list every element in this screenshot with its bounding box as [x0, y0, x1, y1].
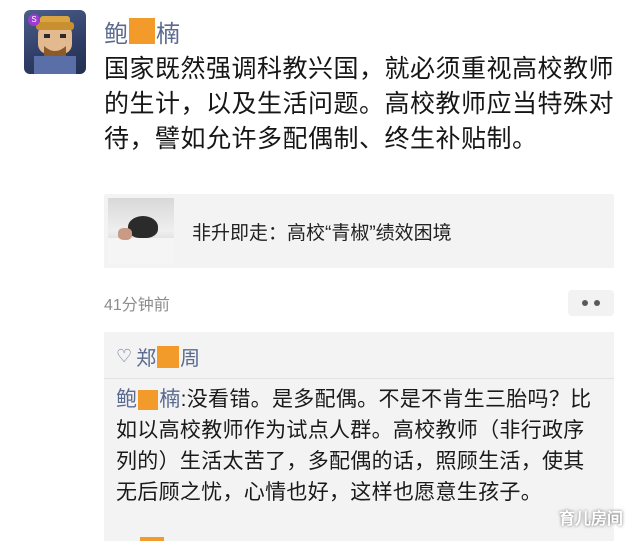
comment-author-first: 鲍	[116, 388, 138, 411]
author-name-last: 楠	[156, 20, 180, 48]
avatar-badge: S	[28, 14, 40, 26]
comment-divider	[104, 378, 614, 379]
author-avatar[interactable]: S	[24, 10, 86, 74]
link-thumbnail	[108, 198, 174, 264]
redaction-strip	[140, 537, 164, 541]
post-timestamp: 41分钟前	[104, 297, 170, 314]
watermark: 育儿房间	[558, 511, 623, 528]
more-dots-icon	[582, 300, 588, 306]
post-author-name[interactable]: 鲍 楠	[104, 14, 180, 48]
comment-text: :没看错。是多配偶。不是不肯生三胎吗？比如以高校教师作为试点人群。高校教师（非行…	[116, 388, 592, 504]
heart-icon: ♡	[116, 346, 133, 366]
comment-author-last: 楠	[159, 388, 181, 411]
post-body: 国家既然强调科教兴国，就必须重视高校教师的生计，以及生活问题。高校教师应当特殊对…	[104, 55, 615, 153]
more-options-button[interactable]	[568, 290, 614, 316]
likes-row[interactable]: ♡ 郑 周	[116, 342, 200, 371]
comment-author-redaction	[138, 389, 159, 410]
shared-link-card[interactable]: 非升即走：高校“青椒”绩效困境	[104, 194, 614, 268]
author-name-first: 鲍	[104, 20, 128, 48]
liker-name-first: 郑	[136, 348, 157, 370]
link-title: 非升即走：高校“青椒”绩效困境	[192, 222, 452, 244]
comment-item[interactable]: 鲍楠:没看错。是多配偶。不是不肯生三胎吗？比如以高校教师作为试点人群。高校教师（…	[116, 384, 602, 508]
comment-author[interactable]: 鲍楠	[116, 384, 181, 415]
more-dots-icon	[594, 300, 600, 306]
liker-name-redaction	[157, 345, 180, 368]
name-redaction	[129, 18, 155, 44]
liker-name-last: 周	[180, 348, 201, 370]
comment-section: ♡ 郑 周 鲍楠:没看错。是多配偶。不是不肯生三胎吗？比如以高校教师作为试点人群…	[104, 332, 614, 541]
